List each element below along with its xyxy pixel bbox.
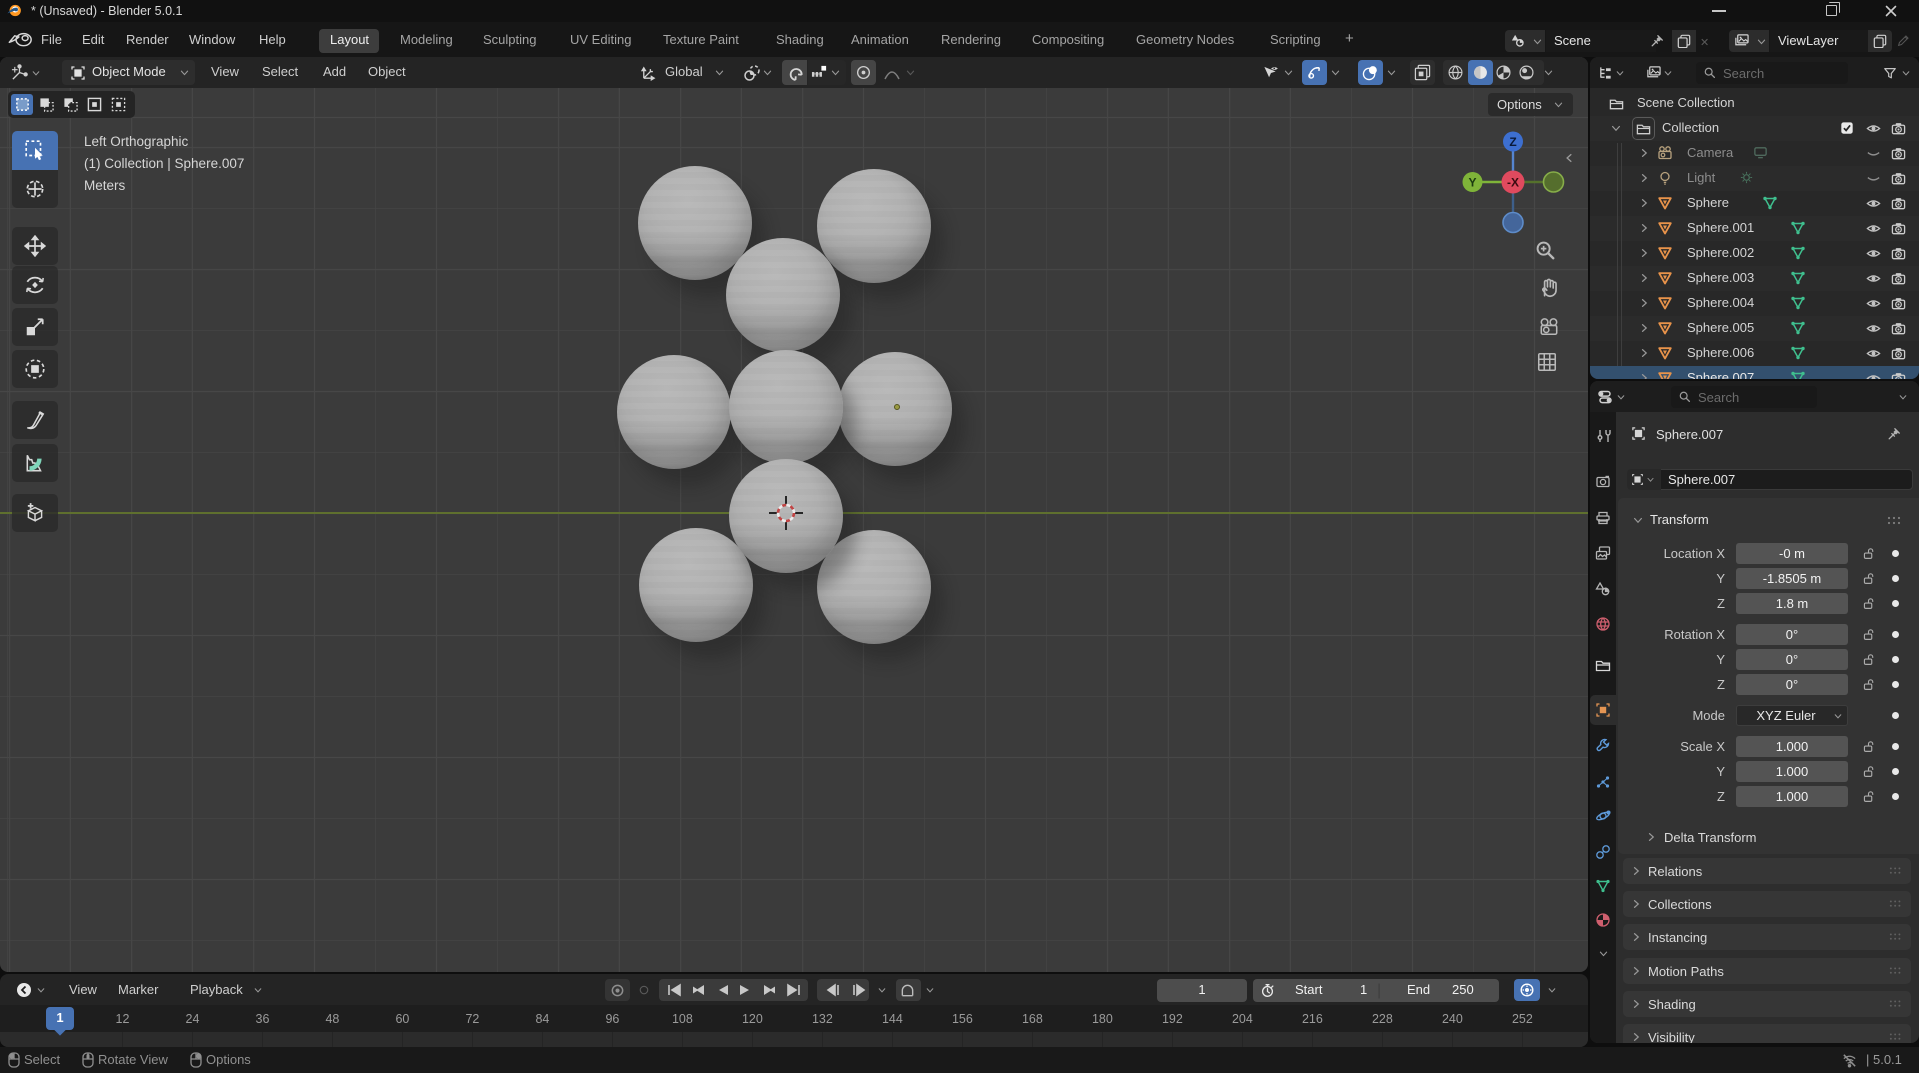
svg-text:-X: -X [1507,176,1519,190]
svg-text:Y: Y [1468,176,1476,190]
svg-text:Z: Z [1509,135,1516,149]
